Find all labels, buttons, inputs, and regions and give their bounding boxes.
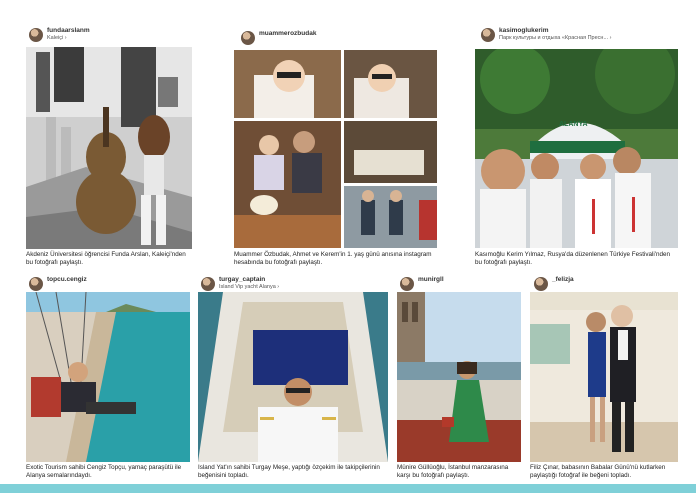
post-caption: Kasımoğlu Kerim Yılmaz, Rusya'da düzenle… [475,251,671,266]
post-caption: Island Yat'ın sahibi Turgay Meşe, yaptığ… [198,464,380,479]
post-caption: Filiz Çınar, babasının Babalar Günü'nü k… [530,464,666,479]
username[interactable]: muammerozbudak [259,30,316,38]
post-photo [26,292,190,462]
avatar[interactable] [534,277,548,291]
location[interactable]: Kaleiçi › [47,35,90,42]
post-header: fundaarslanm Kaleiçi › [29,27,191,47]
post-photo [397,292,521,462]
post-caption: Akdeniz Üniversitesi öğrencisi Funda Ars… [26,251,186,266]
avatar[interactable] [29,28,43,42]
avatar[interactable] [29,277,43,291]
username[interactable]: fundaarslanm [47,27,90,35]
post-fundaarslanm: fundaarslanm Kaleiçi › [29,27,191,47]
post-photo [198,292,388,462]
location[interactable]: Island Vip yacht Alanya › [219,284,279,291]
post-caption: Muammer Özbudak, Ahmet ve Kerem'in 1. ya… [234,251,432,266]
avatar[interactable] [241,31,255,45]
username[interactable]: munirgll [418,276,444,284]
avatar[interactable] [201,277,215,291]
post-photo: ALANYA [475,49,678,248]
username[interactable]: topcu.cengiz [47,276,87,284]
post-kasimoglukerim: kasimoglukerim Парк культуры и отдыха «К… [481,27,671,47]
username[interactable]: turgay_captain [219,276,279,284]
avatar[interactable] [400,277,414,291]
post-muammerozbudak: muammerozbudak [241,30,431,50]
username[interactable]: kasimoglukerim [499,27,611,35]
post-header: muammerozbudak [241,30,431,50]
festival-sign: ALANYA [559,121,588,128]
post-photo [530,292,678,462]
avatar[interactable] [481,28,495,42]
location[interactable]: Парк культуры и отдыха «Красная Пресн...… [499,35,611,42]
post-caption: Münire Güllüoğlu, İstanbul manzarasına k… [397,464,509,479]
post-header: kasimoglukerim Парк культуры и отдыха «К… [481,27,671,47]
username[interactable]: _felizja [552,276,574,284]
post-caption: Exotic Tourism sahibi Cengiz Topçu, yama… [26,464,182,479]
decorative-footer-bar [0,484,696,493]
post-photo [26,47,192,249]
post-photo-collage [234,50,437,248]
